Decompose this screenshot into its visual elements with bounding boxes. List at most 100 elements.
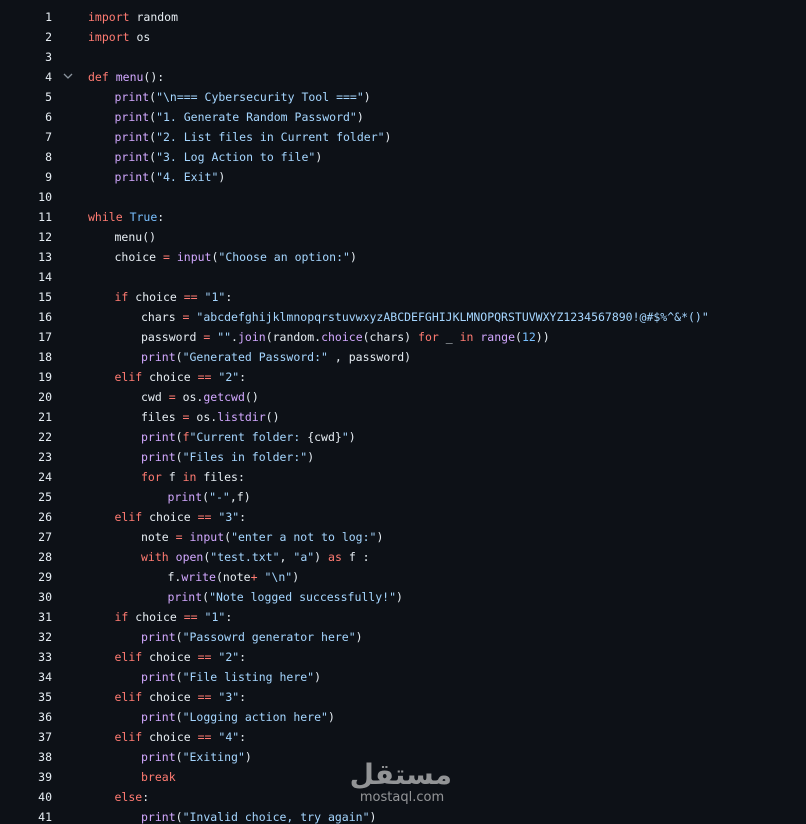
code-token: . bbox=[231, 330, 238, 344]
code-text: import os bbox=[88, 27, 150, 47]
code-text: print("File listing here") bbox=[141, 667, 321, 687]
code-line[interactable]: 35 elif choice == "3": bbox=[0, 687, 806, 707]
line-number: 19 bbox=[38, 370, 52, 384]
code-token: "test.txt" bbox=[210, 550, 280, 564]
code-line[interactable]: 2 import os bbox=[0, 27, 806, 47]
code-line[interactable]: 9 print("4. Exit") bbox=[0, 167, 806, 187]
code-token: menu() bbox=[114, 230, 157, 244]
line-number: 2 bbox=[45, 30, 52, 44]
code-text: chars = "abcdefghijklmnopqrstuvwxyzABCDE… bbox=[141, 307, 709, 327]
code-editor[interactable]: 1 import random 2 import os 3 4 def menu(): 5 pr… bbox=[0, 0, 806, 824]
line-number: 26 bbox=[38, 510, 52, 524]
code-token: choice bbox=[321, 330, 363, 344]
code-line[interactable]: 27 note = input("enter a not to log:") bbox=[0, 527, 806, 547]
code-token: choice bbox=[142, 690, 198, 704]
code-token: menu bbox=[115, 70, 144, 84]
code-line[interactable]: 28 with open("test.txt", "a") as f : bbox=[0, 547, 806, 567]
code-token: elif bbox=[114, 690, 143, 704]
line-number: 23 bbox=[38, 450, 52, 464]
code-line[interactable]: 1 import random bbox=[0, 7, 806, 27]
code-token: f. bbox=[167, 570, 182, 584]
code-line[interactable]: 24 for f in files: bbox=[0, 467, 806, 487]
code-token: choice bbox=[142, 730, 198, 744]
code-token: print bbox=[114, 110, 150, 124]
line-number: 29 bbox=[38, 570, 52, 584]
code-line[interactable]: 21 files = os.listdir() bbox=[0, 407, 806, 427]
line-number: 15 bbox=[38, 290, 52, 304]
code-line[interactable]: 22 print(f"Current folder: {cwd}") bbox=[0, 427, 806, 447]
code-line[interactable]: 31 if choice == "1": bbox=[0, 607, 806, 627]
code-line[interactable]: 34 print("File listing here") bbox=[0, 667, 806, 687]
code-line[interactable]: 41 print("Invalid choice, try again") bbox=[0, 807, 806, 824]
code-line[interactable]: 38 print("Exiting") bbox=[0, 747, 806, 767]
code-token: " bbox=[341, 430, 349, 444]
code-line[interactable]: 15 if choice == "1": bbox=[0, 287, 806, 307]
code-token: , password) bbox=[327, 350, 412, 364]
code-line[interactable]: 37 elif choice == "4": bbox=[0, 727, 806, 747]
code-line[interactable]: 33 elif choice == "2": bbox=[0, 647, 806, 667]
code-token: "-" bbox=[209, 490, 230, 504]
code-line[interactable]: 16 chars = "abcdefghijklmnopqrstuvwxyzABC… bbox=[0, 307, 806, 327]
code-line[interactable]: 26 elif choice == "3": bbox=[0, 507, 806, 527]
code-token: : bbox=[225, 290, 233, 304]
code-text: while True: bbox=[88, 207, 164, 227]
code-line[interactable]: 4 def menu(): bbox=[0, 67, 806, 87]
code-token: = bbox=[175, 530, 183, 544]
code-token: "2" bbox=[218, 370, 240, 384]
code-token: : bbox=[239, 690, 247, 704]
code-line[interactable]: 3 bbox=[0, 47, 806, 67]
code-token: ) bbox=[307, 450, 315, 464]
code-token: choice bbox=[142, 370, 198, 384]
line-number: 8 bbox=[45, 150, 52, 164]
code-line[interactable]: 23 print("Files in folder:") bbox=[0, 447, 806, 467]
code-line[interactable]: 12 menu() bbox=[0, 227, 806, 247]
code-token: as bbox=[328, 550, 342, 564]
line-number: 32 bbox=[38, 630, 52, 644]
code-token: import bbox=[88, 10, 130, 24]
line-number: 38 bbox=[38, 750, 52, 764]
code-line[interactable]: 5 print("\n=== Cybersecurity Tool ===") bbox=[0, 87, 806, 107]
code-line[interactable]: 18 print("Generated Password:" , password… bbox=[0, 347, 806, 367]
code-line[interactable]: 7 print("2. List files in Current folder"… bbox=[0, 127, 806, 147]
code-token: "abcdefghijklmnopqrstuvwxyzABCDEFGHIJKLM… bbox=[196, 310, 709, 324]
code-line[interactable]: 13 choice = input("Choose an option:") bbox=[0, 247, 806, 267]
code-line[interactable]: 19 elif choice == "2": bbox=[0, 367, 806, 387]
code-token: "\n=== Cybersecurity Tool ===" bbox=[156, 90, 364, 104]
code-line[interactable]: 36 print("Logging action here") bbox=[0, 707, 806, 727]
code-line[interactable]: 40 else: bbox=[0, 787, 806, 807]
code-token: elif bbox=[114, 730, 143, 744]
code-line[interactable]: 6 print("1. Generate Random Password") bbox=[0, 107, 806, 127]
code-text: password = "".join(random.choice(chars) … bbox=[141, 327, 550, 347]
line-number: 37 bbox=[38, 730, 52, 744]
code-token: _ bbox=[438, 330, 460, 344]
code-token: : bbox=[157, 210, 165, 224]
code-line[interactable]: 25 print("-",f) bbox=[0, 487, 806, 507]
code-line[interactable]: 11 while True: bbox=[0, 207, 806, 227]
code-line[interactable]: 39 break bbox=[0, 767, 806, 787]
code-line[interactable]: 30 print("Note logged successfully!") bbox=[0, 587, 806, 607]
chevron-down-icon[interactable] bbox=[62, 67, 74, 87]
line-number: 12 bbox=[38, 230, 52, 244]
code-line[interactable]: 8 print("3. Log Action to file") bbox=[0, 147, 806, 167]
code-text: print("Generated Password:" , password) bbox=[141, 347, 411, 367]
code-text: print("3. Log Action to file") bbox=[115, 147, 323, 167]
code-line[interactable]: 29 f.write(note+ "\n") bbox=[0, 567, 806, 587]
code-token: ( bbox=[175, 750, 183, 764]
code-token: files bbox=[141, 410, 183, 424]
code-token: with bbox=[141, 550, 169, 564]
code-line[interactable]: 10 bbox=[0, 187, 806, 207]
code-token: write bbox=[181, 570, 216, 584]
code-token: = bbox=[162, 250, 170, 264]
code-token: () bbox=[265, 410, 280, 424]
code-token: "Passowrd generator here" bbox=[182, 630, 356, 644]
code-line[interactable]: 14 bbox=[0, 267, 806, 287]
code-text: print("Logging action here") bbox=[141, 707, 335, 727]
code-line[interactable]: 17 password = "".join(random.choice(chars… bbox=[0, 327, 806, 347]
code-text: choice = input("Choose an option:") bbox=[115, 247, 357, 267]
code-text: print("Files in folder:") bbox=[141, 447, 314, 467]
code-line[interactable]: 32 print("Passowrd generator here") bbox=[0, 627, 806, 647]
code-token: elif bbox=[114, 370, 143, 384]
code-line[interactable]: 20 cwd = os.getcwd() bbox=[0, 387, 806, 407]
